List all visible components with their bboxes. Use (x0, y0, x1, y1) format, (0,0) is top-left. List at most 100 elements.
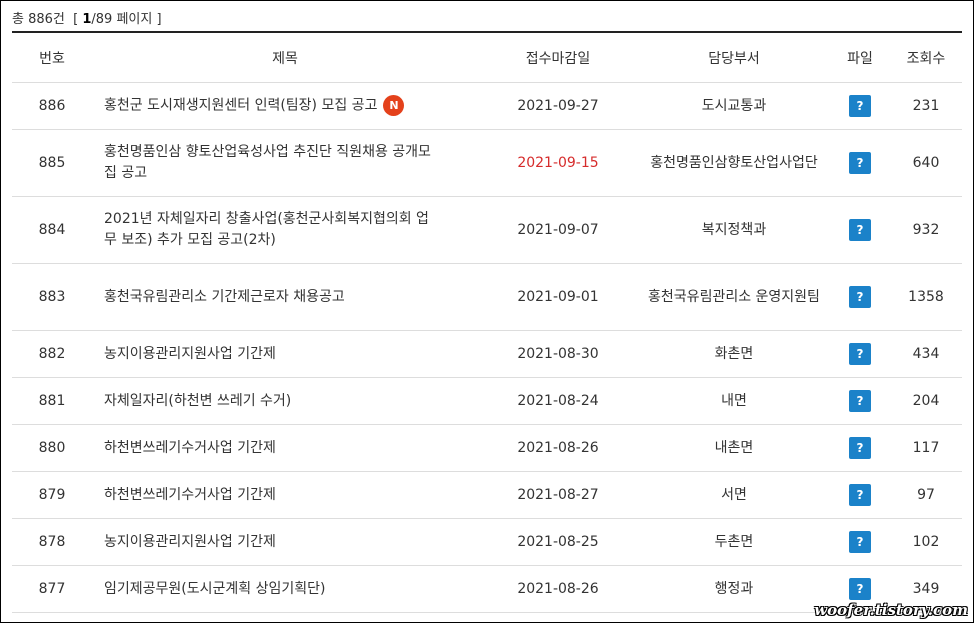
row-dept: 홍천명품인삼향토산업사업단 (638, 129, 830, 197)
row-deadline: 2021-08-30 (478, 330, 638, 378)
row-deadline: 2021-08-26 (478, 424, 638, 472)
table-row: 881 자체일자리(하천변 쓰레기 수거) 2021-08-24 내면? 204 (12, 377, 962, 425)
row-dept: 행정과 (638, 565, 830, 613)
row-title-cell: 2021년 자체일자리 창출사업(홍천군사회복지협의회 업무 보조) 추가 모집… (92, 196, 478, 264)
attachment-file-icon[interactable]: ? (849, 578, 871, 600)
row-dept: 복지정책과 (638, 196, 830, 264)
table-row: 878 농지이용관리지원사업 기간제 2021-08-25 두촌면? 102 (12, 518, 962, 566)
table-row: 884 2021년 자체일자리 창출사업(홍천군사회복지협의회 업무 보조) 추가… (12, 196, 962, 264)
row-deadline: 2021-08-27 (478, 471, 638, 519)
row-dept: 화촌면 (638, 330, 830, 378)
row-views: 97 (890, 471, 962, 519)
col-header-no: 번호 (12, 32, 92, 83)
row-title-cell: 하천변쓰레기수거사업 기간제 (92, 471, 478, 519)
attachment-file-icon[interactable]: ? (849, 343, 871, 365)
table-row: 879 하천변쓰레기수거사업 기간제 2021-08-27 서면? 97 (12, 471, 962, 519)
col-header-deadline: 접수마감일 (478, 32, 638, 83)
summary-suffix: /89 페이지 ] (91, 12, 162, 27)
row-title-cell: 농지이용관리지원사업 기간제 (92, 330, 478, 378)
row-file-cell: ? (830, 377, 890, 425)
row-dept: 도시교통과 (638, 82, 830, 130)
post-title-link[interactable]: 농지이용관리지원사업 기간제 (104, 534, 276, 550)
row-views: 1358 (890, 263, 962, 331)
row-file-cell: ? (830, 330, 890, 378)
post-title-link[interactable]: 홍천명품인삼 향토산업육성사업 추진단 직원채용 공개모집 공고 (104, 144, 431, 181)
row-title-cell: 농지이용관리지원사업 기간제 (92, 518, 478, 566)
row-number: 879 (12, 471, 92, 519)
result-summary: 총 886건 [ 1/89 페이지 ] (12, 8, 162, 27)
row-file-cell: ? (830, 263, 890, 331)
row-views: 434 (890, 330, 962, 378)
row-deadline: 2021-08-26 (478, 565, 638, 613)
attachment-file-icon[interactable]: ? (849, 484, 871, 506)
row-views: 231 (890, 82, 962, 130)
row-file-cell: ? (830, 129, 890, 197)
row-number: 877 (12, 565, 92, 613)
post-title-link[interactable]: 홍천군 도시재생지원센터 인력(팀장) 모집 공고 (104, 98, 377, 114)
post-title-link[interactable]: 임기제공무원(도시군계획 상임기획단) (104, 581, 325, 597)
row-title-cell: 자체일자리(하천변 쓰레기 수거) (92, 377, 478, 425)
table-row: 882 농지이용관리지원사업 기간제 2021-08-30 화촌면? 434 (12, 330, 962, 378)
attachment-file-icon[interactable]: ? (849, 286, 871, 308)
row-title-cell: 홍천명품인삼 향토산업육성사업 추진단 직원채용 공개모집 공고 (92, 129, 478, 197)
row-number: 881 (12, 377, 92, 425)
row-views: 640 (890, 129, 962, 197)
row-deadline: 2021-08-24 (478, 377, 638, 425)
row-deadline: 2021-09-01 (478, 263, 638, 331)
row-number: 886 (12, 82, 92, 130)
row-file-cell: ? (830, 424, 890, 472)
attachment-file-icon[interactable]: ? (849, 219, 871, 241)
table-row: 883 홍천국유림관리소 기간제근로자 채용공고 2021-09-01 홍천국유림관리… (12, 263, 962, 331)
col-header-views: 조회수 (890, 32, 962, 83)
row-deadline: 2021-08-25 (478, 518, 638, 566)
row-number: 880 (12, 424, 92, 472)
row-number: 882 (12, 330, 92, 378)
post-title-link[interactable]: 홍천국유림관리소 기간제근로자 채용공고 (104, 289, 345, 305)
row-views: 117 (890, 424, 962, 472)
row-dept: 두촌면 (638, 518, 830, 566)
post-title-link[interactable]: 하천변쓰레기수거사업 기간제 (104, 440, 276, 456)
row-file-cell: ? (830, 82, 890, 130)
post-title-link[interactable]: 농지이용관리지원사업 기간제 (104, 346, 276, 362)
row-file-cell: ? (830, 518, 890, 566)
row-number: 885 (12, 129, 92, 197)
row-number: 883 (12, 263, 92, 331)
col-header-file: 파일 (830, 32, 890, 83)
post-title-link[interactable]: 자체일자리(하천변 쓰레기 수거) (104, 393, 291, 409)
new-badge: N (383, 95, 405, 117)
row-views: 102 (890, 518, 962, 566)
row-deadline: 2021-09-07 (478, 196, 638, 264)
table-row: 880 하천변쓰레기수거사업 기간제 2021-08-26 내촌면? 117 (12, 424, 962, 472)
row-views: 204 (890, 377, 962, 425)
table-row: 885 홍천명품인삼 향토산업육성사업 추진단 직원채용 공개모집 공고 2021-… (12, 129, 962, 197)
row-title-cell: 임기제공무원(도시군계획 상임기획단) (92, 565, 478, 613)
board-table: 번호 제목 접수마감일 담당부서 파일 조회수 886 홍천군 도시재생지원센터 … (12, 31, 962, 613)
watermark: woofer.tistory.com (814, 601, 968, 619)
summary-prefix: 총 886건 [ (12, 12, 83, 27)
row-file-cell: ? (830, 196, 890, 264)
row-dept: 서면 (638, 471, 830, 519)
row-deadline: 2021-09-27 (478, 82, 638, 130)
row-views: 932 (890, 196, 962, 264)
row-file-cell: ? (830, 471, 890, 519)
row-dept: 내면 (638, 377, 830, 425)
row-title-cell: 홍천군 도시재생지원센터 인력(팀장) 모집 공고 N (92, 82, 478, 130)
attachment-file-icon[interactable]: ? (849, 390, 871, 412)
table-header: 번호 제목 접수마감일 담당부서 파일 조회수 (12, 32, 962, 83)
row-number: 878 (12, 518, 92, 566)
table-row: 886 홍천군 도시재생지원센터 인력(팀장) 모집 공고 N 2021-09-27 도… (12, 82, 962, 130)
col-header-title: 제목 (92, 32, 478, 83)
post-title-link[interactable]: 2021년 자체일자리 창출사업(홍천군사회복지협의회 업무 보조) 추가 모집… (104, 211, 429, 248)
row-deadline: 2021-09-15 (478, 129, 638, 197)
row-dept: 홍천국유림관리소 운영지원팀 (638, 263, 830, 331)
row-dept: 내촌면 (638, 424, 830, 472)
attachment-file-icon[interactable]: ? (849, 437, 871, 459)
row-title-cell: 하천변쓰레기수거사업 기간제 (92, 424, 478, 472)
attachment-file-icon[interactable]: ? (849, 531, 871, 553)
attachment-file-icon[interactable]: ? (849, 152, 871, 174)
post-title-link[interactable]: 하천변쓰레기수거사업 기간제 (104, 487, 276, 503)
row-title-cell: 홍천국유림관리소 기간제근로자 채용공고 (92, 263, 478, 331)
row-number: 884 (12, 196, 92, 264)
col-header-dept: 담당부서 (638, 32, 830, 83)
attachment-file-icon[interactable]: ? (849, 95, 871, 117)
